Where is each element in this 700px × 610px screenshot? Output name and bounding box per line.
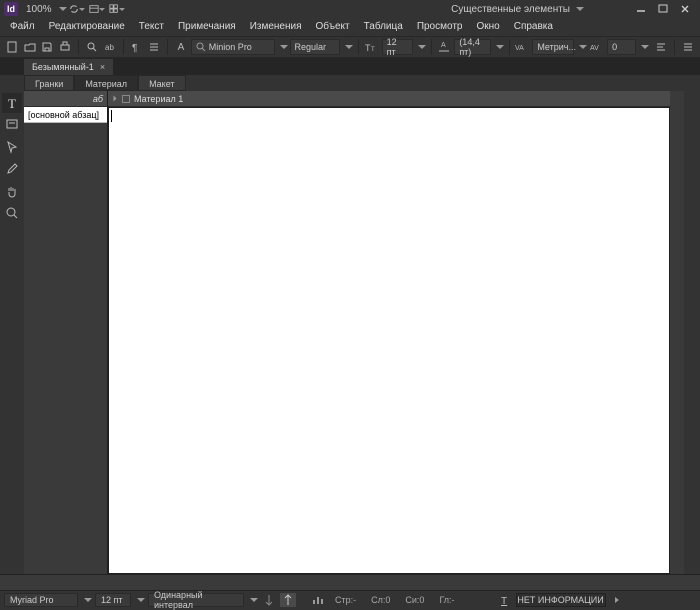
font-family-field[interactable]: Minion Pro [191,39,275,55]
status-font-dropdown-icon[interactable] [84,598,92,602]
menu-text[interactable]: Текст [133,18,170,36]
app-logo: Id [4,2,18,16]
story-column-header: аб [24,91,107,107]
tab-galley[interactable]: Гранки [24,75,74,91]
leading-dropdown-icon[interactable] [496,45,504,49]
kerning-icon: VA [515,38,531,56]
menu-table[interactable]: Таблица [358,18,409,36]
status-size-dropdown-icon[interactable] [137,598,145,602]
status-chars: Си:0 [399,595,430,605]
decrease-icon[interactable] [261,593,277,607]
tracking-icon: AV [589,38,605,56]
control-bar: ab ¶ A Minion Pro Regular TT 12 пт A (14… [0,36,700,58]
status-bar: Myriad Pro 12 пт Одинарный интервал Стр:… [0,590,700,608]
tab-story[interactable]: Материал [74,75,138,91]
arrange-icon[interactable] [109,1,125,17]
copyfit-icon[interactable]: T [497,593,513,607]
text-cursor [111,110,112,122]
tracking-field[interactable]: 0 [607,39,636,55]
tool-column: T [0,91,24,574]
paragraph-style-column: аб [основной абзац] [24,91,108,574]
eyedropper-tool[interactable] [2,159,22,179]
zoom-level[interactable]: 100% [22,4,56,15]
document-tab[interactable]: Безымянный-1 × [24,59,113,75]
tracking-dropdown-icon[interactable] [641,45,649,49]
panel-menu-icon[interactable] [680,38,696,56]
document-tab-label: Безымянный-1 [32,62,94,72]
new-doc-icon[interactable] [4,38,20,56]
story-checkbox[interactable] [122,95,130,103]
font-dropdown-icon[interactable] [280,45,288,49]
leading-field[interactable]: (14,4 пт) [454,39,490,55]
stats-icon[interactable] [310,593,326,607]
position-tool[interactable] [2,137,22,157]
size-dropdown-icon[interactable] [418,45,426,49]
svg-text:AV: AV [590,45,599,52]
maximize-button[interactable] [653,3,673,15]
text-editor[interactable] [108,107,670,574]
status-leading-dropdown-icon[interactable] [250,598,258,602]
expand-right-icon[interactable] [609,593,625,607]
svg-text:T: T [371,47,375,53]
paragraph-style-name[interactable]: [основной абзац] [24,107,107,123]
paragraph-icon[interactable]: ¶ [129,38,145,56]
status-size-field[interactable]: 12 пт [95,593,131,607]
svg-text:T: T [501,596,507,606]
increase-icon[interactable] [280,593,296,607]
print-icon[interactable] [57,38,73,56]
status-leading-field[interactable]: Одинарный интервал [148,593,244,607]
story-title: Материал 1 [134,94,183,104]
menu-view[interactable]: Просмотр [411,18,469,36]
view-options-icon[interactable] [89,1,105,17]
minimize-button[interactable] [631,3,651,15]
leading-icon: A [437,38,453,56]
status-depth: Гл:- [433,595,460,605]
status-pages: Стр:- [329,595,362,605]
menu-changes[interactable]: Изменения [244,18,308,36]
close-button[interactable] [675,3,695,15]
note-tool[interactable] [2,115,22,135]
sync-icon[interactable] [69,1,85,17]
kerning-field[interactable]: Метрич... [532,39,574,55]
save-icon[interactable] [40,38,56,56]
status-words: Сл:0 [365,595,396,605]
status-font-field[interactable]: Myriad Pro [4,593,78,607]
zoom-dropdown-icon[interactable] [59,7,67,11]
spellcheck-icon[interactable]: ab [102,38,118,56]
menu-notes[interactable]: Примечания [172,18,242,36]
svg-text:¶: ¶ [132,43,137,53]
menu-help[interactable]: Справка [508,18,559,36]
font-size-field[interactable]: 12 пт [382,39,413,55]
vertical-scrollbar[interactable] [670,91,684,574]
align-icon[interactable] [653,38,669,56]
collapse-icon[interactable] [114,96,117,102]
svg-text:A: A [441,42,446,49]
open-icon[interactable] [22,38,38,56]
font-style-field[interactable]: Regular [290,39,340,55]
svg-text:VA: VA [515,45,524,52]
menu-window[interactable]: Окно [470,18,505,36]
hidden-chars-icon[interactable] [146,38,162,56]
svg-text:ab: ab [105,43,114,52]
svg-text:T: T [8,96,16,110]
right-dock[interactable] [684,91,700,574]
style-dropdown-icon[interactable] [345,45,353,49]
kerning-dropdown-icon[interactable] [579,45,587,49]
menu-file[interactable]: Файл [4,18,41,36]
zoom-tool[interactable] [2,203,22,223]
tab-layout[interactable]: Макет [138,75,185,91]
char-panel-icon[interactable]: A [173,38,189,56]
font-size-icon: TT [364,38,380,56]
search-icon[interactable] [84,38,100,56]
workspace-switcher[interactable]: Существенные элементы [445,4,590,15]
close-tab-icon[interactable]: × [100,62,105,72]
menu-bar: Файл Редактирование Текст Примечания Изм… [0,18,700,36]
type-tool[interactable]: T [2,93,22,113]
menu-edit[interactable]: Редактирование [43,18,131,36]
copyfit-info: НЕТ ИНФОРМАЦИИ [516,593,606,607]
menu-object[interactable]: Объект [310,18,356,36]
story-header[interactable]: Материал 1 [108,91,670,107]
hand-tool[interactable] [2,181,22,201]
